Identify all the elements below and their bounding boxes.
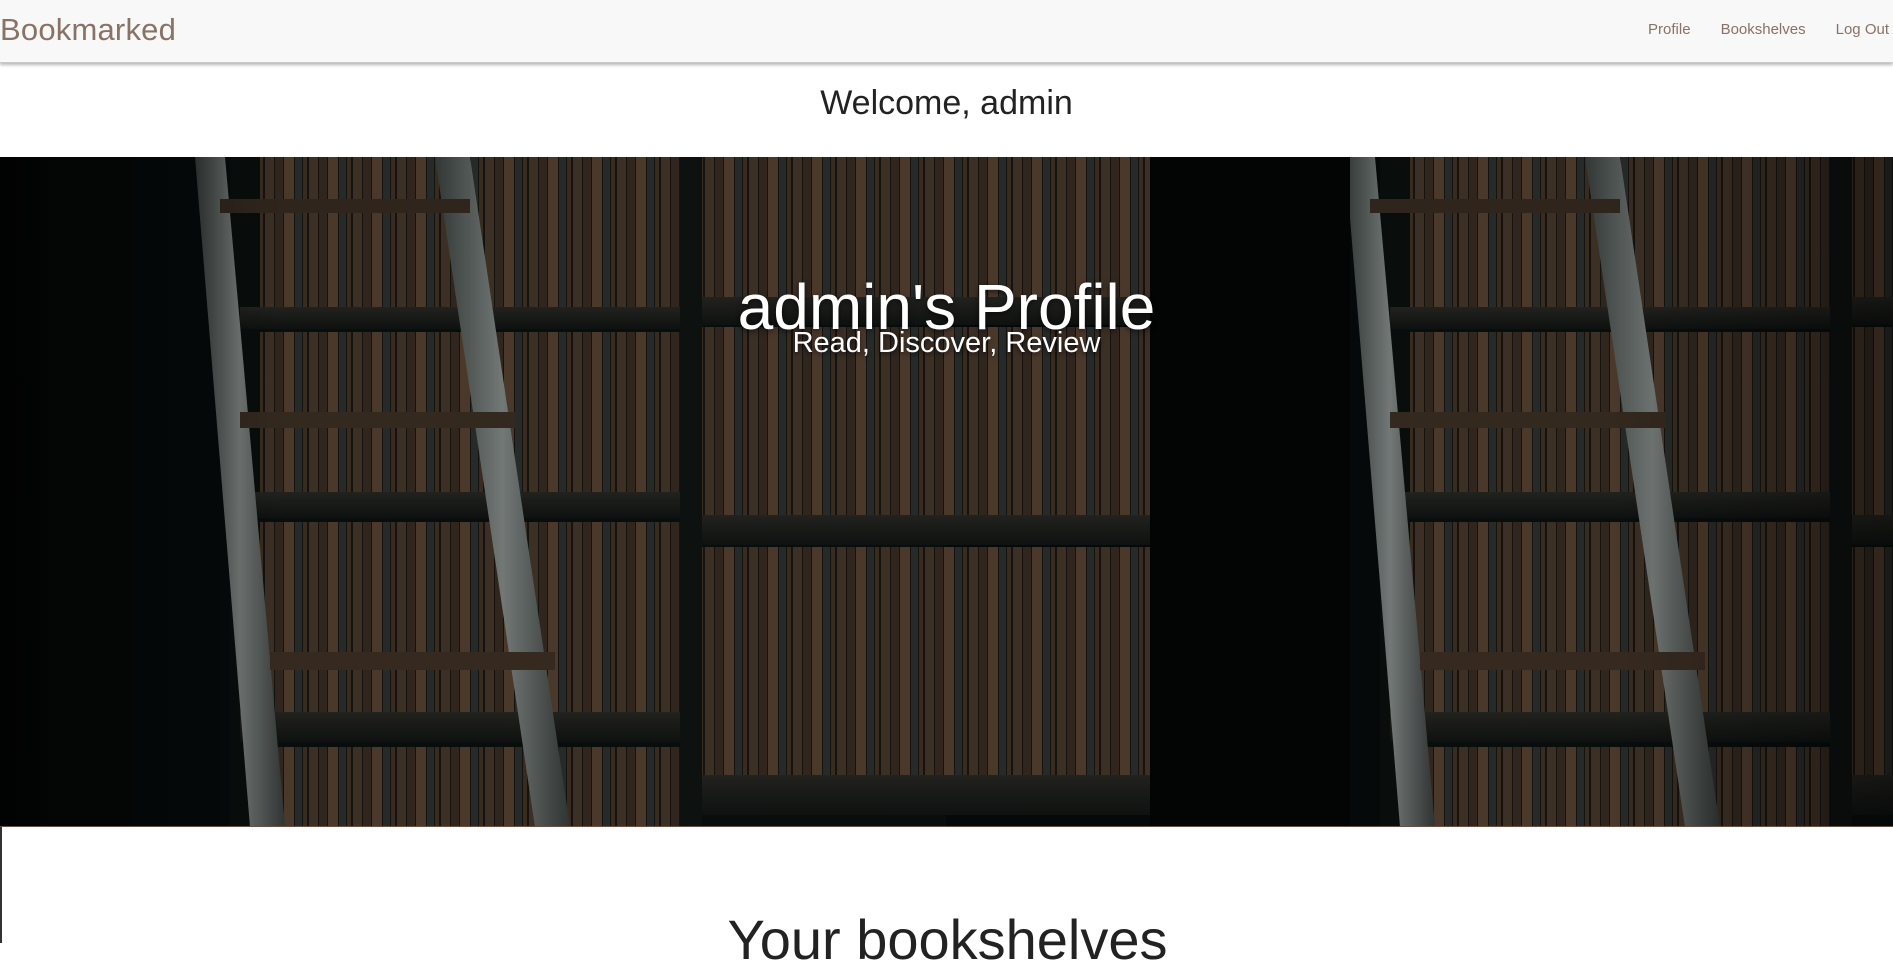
nav-profile-link[interactable]: Profile <box>1648 21 1691 38</box>
nav-logout-link[interactable]: Log Out <box>1836 21 1889 38</box>
brand-logo[interactable]: Bookmarked <box>0 12 176 48</box>
navbar: Bookmarked Profile Bookshelves Log Out <box>0 0 1893 63</box>
nav-links: Profile Bookshelves Log Out <box>1648 21 1889 38</box>
bookshelves-heading: Your bookshelves <box>727 908 1168 972</box>
nav-bookshelves-link[interactable]: Bookshelves <box>1721 21 1806 38</box>
hero-banner: admin's Profile Read, Discover, Review <box>0 157 1893 827</box>
bookshelves-section: Your bookshelves <box>0 827 1893 971</box>
library-background-image <box>0 157 1893 827</box>
profile-tagline: Read, Discover, Review <box>792 327 1101 359</box>
welcome-message: Welcome, admin <box>820 84 1073 122</box>
